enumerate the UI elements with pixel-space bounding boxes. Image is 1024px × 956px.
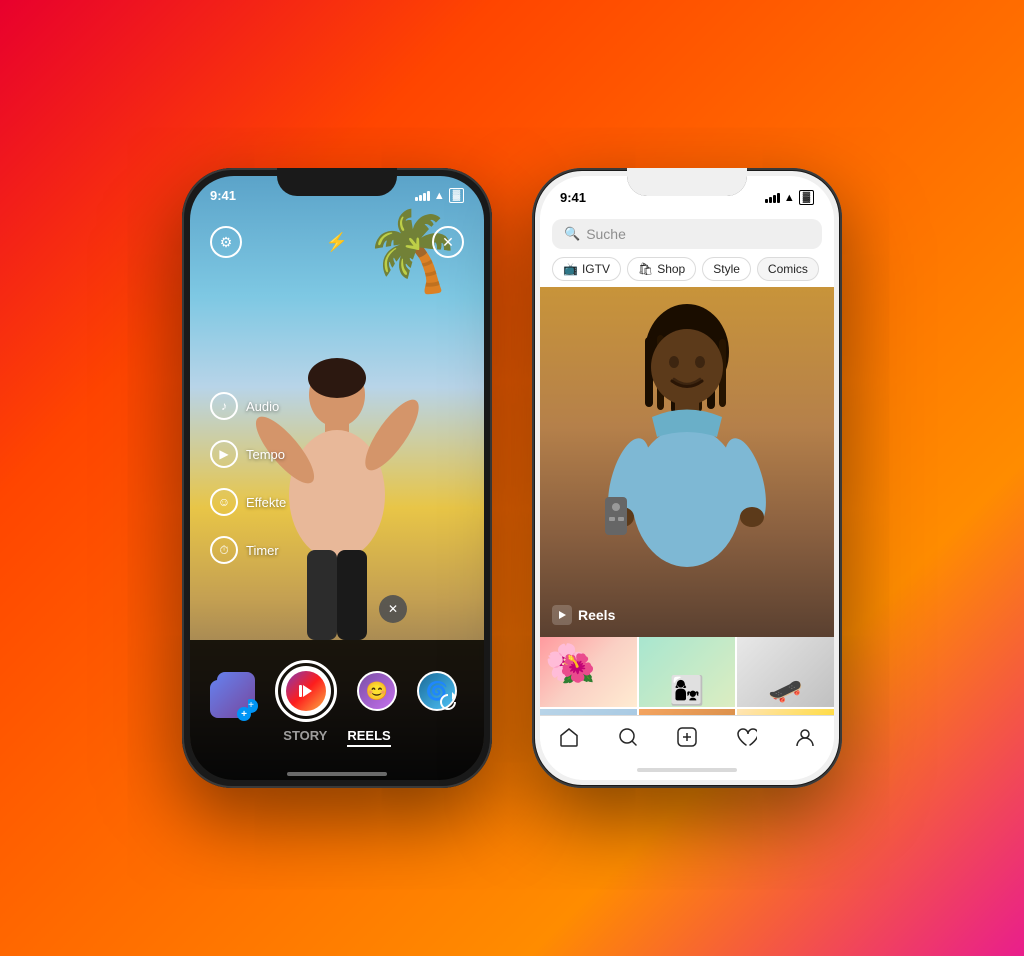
effects-control[interactable]: ☺ Effekte xyxy=(210,488,286,516)
mode-tabs: STORY REELS xyxy=(283,728,390,747)
heart-nav[interactable] xyxy=(735,726,757,754)
shop-icon: 🛍 xyxy=(638,262,653,276)
left-status-bar: 9:41 ▲ ▓ xyxy=(190,176,484,207)
audio-icon: ♪ xyxy=(210,392,238,420)
right-phone-inner: 9:41 ▲ ▓ 🔍 xyxy=(540,176,834,780)
right-time: 9:41 xyxy=(560,190,586,205)
left-phone-inner: 🌴 xyxy=(190,176,484,780)
right-phone: 9:41 ▲ ▓ 🔍 xyxy=(532,168,842,788)
category-tabs: 📺 IGTV 🛍 Shop Style Comics xyxy=(552,257,822,281)
left-phone: 🌴 xyxy=(182,168,492,788)
right-wifi-icon: ▲ xyxy=(784,192,795,204)
reels-small-icon xyxy=(552,605,572,625)
shop-tab[interactable]: 🛍 Shop xyxy=(627,257,696,281)
right-signal xyxy=(765,193,780,203)
grid-cell-5[interactable]: 👥 xyxy=(639,709,736,715)
phones-container: 🌴 xyxy=(182,168,842,788)
photo-grid: 🌸 🌺 👩‍👧 🛹 👤 xyxy=(540,637,834,715)
main-video[interactable]: Reels xyxy=(540,287,834,637)
left-battery-icon: ▓ xyxy=(449,188,464,203)
grid-cell-6[interactable]: 🧑 xyxy=(737,709,834,715)
search-icon: 🔍 xyxy=(564,226,580,242)
tempo-icon: ▶ xyxy=(210,440,238,468)
explore-header: 🔍 Suche 📺 IGTV 🛍 Shop xyxy=(540,209,834,287)
left-signal xyxy=(415,191,430,201)
igtv-tab[interactable]: 📺 IGTV xyxy=(552,257,621,281)
settings-icon[interactable]: ⚙ xyxy=(210,226,242,258)
right-status-icons: ▲ ▓ xyxy=(765,190,814,205)
grid-cell-1[interactable]: 🌸 🌺 xyxy=(540,637,637,707)
home-bar-right xyxy=(637,768,737,772)
grid-cell-4[interactable]: 👤 xyxy=(540,709,637,715)
timer-label: Timer xyxy=(246,543,279,558)
comics-tab[interactable]: Comics xyxy=(757,257,819,281)
left-wifi-icon: ▲ xyxy=(434,190,445,202)
audio-label: Audio xyxy=(246,399,279,414)
left-status-icons: ▲ ▓ xyxy=(415,188,464,203)
audio-control[interactable]: ♪ Audio xyxy=(210,392,286,420)
camera-top-controls: ⚙ ⚡ ✕ xyxy=(190,226,484,258)
tempo-control[interactable]: ▶ Tempo xyxy=(210,440,286,468)
flip-camera-button[interactable] xyxy=(434,688,464,718)
bottom-nav xyxy=(540,715,834,760)
effects-icon: ☺ xyxy=(210,488,238,516)
home-indicator-right xyxy=(540,760,834,780)
add-nav[interactable] xyxy=(676,726,698,754)
igtv-icon: 📺 xyxy=(563,262,578,276)
reels-tab[interactable]: REELS xyxy=(347,728,390,747)
search-nav[interactable] xyxy=(617,726,639,754)
close-camera-icon[interactable]: ✕ xyxy=(432,226,464,258)
right-battery-icon: ▓ xyxy=(799,190,814,205)
grid-cell-2[interactable]: 👩‍👧 xyxy=(639,637,736,707)
style-tab[interactable]: Style xyxy=(702,257,751,281)
search-bar[interactable]: 🔍 Suche xyxy=(552,219,822,249)
effects-label: Effekte xyxy=(246,495,286,510)
person-right xyxy=(577,297,797,637)
home-indicator-left xyxy=(287,772,387,776)
tempo-label: Tempo xyxy=(246,447,285,462)
camera-controls: ♪ Audio ▶ Tempo ☺ Effekte ⏱ Timer xyxy=(210,392,286,564)
profile-nav[interactable] xyxy=(794,726,816,754)
explore-content: Reels 🌸 🌺 👩‍👧 xyxy=(540,287,834,715)
home-nav[interactable] xyxy=(558,726,580,754)
timer-control[interactable]: ⏱ Timer xyxy=(210,536,286,564)
left-time: 9:41 xyxy=(210,188,236,203)
left-gallery-btn[interactable]: + xyxy=(210,680,248,718)
flash-icon[interactable]: ⚡ xyxy=(321,226,353,258)
search-placeholder: Suche xyxy=(586,226,626,242)
explore-screen: 9:41 ▲ ▓ 🔍 xyxy=(540,176,834,780)
timer-icon: ⏱ xyxy=(210,536,238,564)
story-tab[interactable]: STORY xyxy=(283,728,327,747)
grid-cell-3[interactable]: 🛹 xyxy=(737,637,834,707)
